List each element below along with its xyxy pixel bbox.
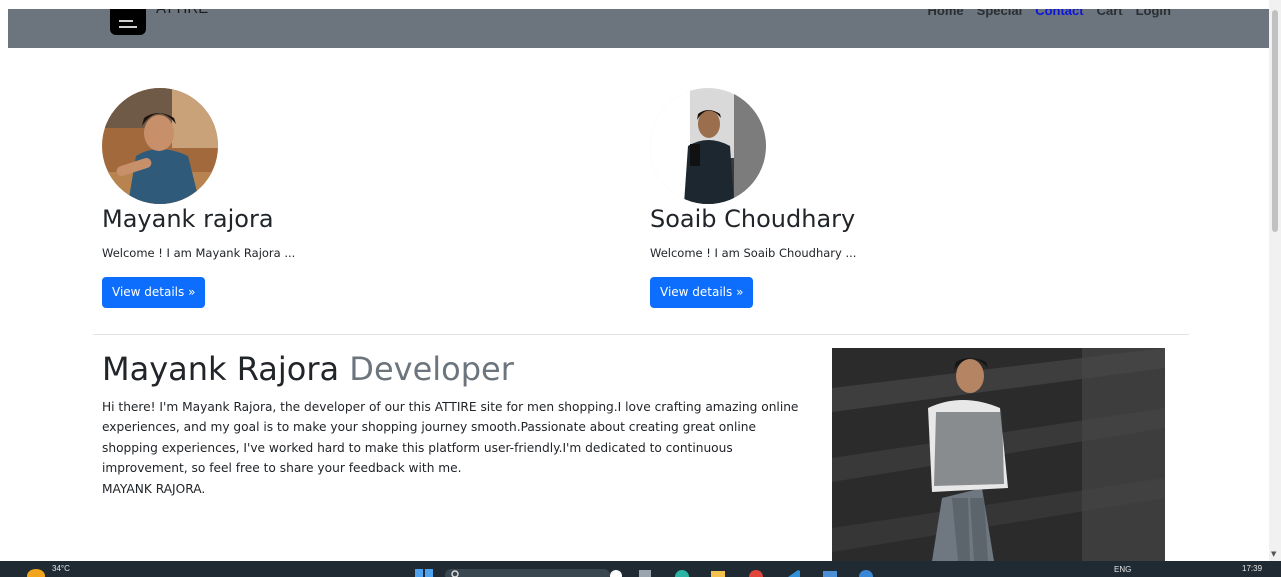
member-name: Mayank rajora [102,205,274,233]
section-divider [93,334,1189,335]
heading-role: Developer [349,350,514,388]
task-view-icon[interactable] [638,569,652,577]
clock[interactable]: 17:39 [1242,564,1262,573]
edge-icon[interactable] [674,569,690,577]
weather-icon[interactable] [27,569,45,577]
navbar: ATTIRE Home Special Contact Cart Login [8,9,1269,48]
scrollbar[interactable]: ▼ [1269,0,1281,561]
nav-link-home[interactable]: Home [928,9,964,18]
browser-icon[interactable] [748,569,764,577]
member-name: Soaib Choudhary [650,205,856,233]
app-icon[interactable] [822,569,838,577]
member-description: Welcome ! I am Mayank Rajora ... [102,246,296,260]
view-details-button[interactable]: View details » [102,277,206,308]
nav-link-special[interactable]: Special [977,9,1023,18]
nav-link-cart[interactable]: Cart [1097,9,1123,18]
bio-text: Hi there! I'm Mayank Rajora, the develop… [102,400,799,476]
bio-signoff: MAYANK RAJORA. [102,481,206,496]
featurette-heading: Mayank Rajora Developer [102,350,514,388]
folder-icon[interactable] [710,569,726,577]
top-strip [0,0,1281,9]
developer-photo [832,348,1165,561]
menu-icon[interactable] [110,9,146,35]
brand-name[interactable]: ATTIRE [156,9,208,17]
view-details-button[interactable]: View details » [650,277,754,308]
scrollbar-thumb[interactable] [1272,10,1278,232]
vscode-icon[interactable] [786,569,802,577]
search-icon [451,570,459,577]
developer-bio: Hi there! I'm Mayank Rajora, the develop… [102,397,812,499]
nav-links: Home Special Contact Cart Login [928,9,1171,18]
weather-temperature: 34°C [52,564,70,573]
nav-link-login[interactable]: Login [1136,9,1171,18]
scroll-down-icon[interactable]: ▼ [1271,550,1276,558]
member-description: Welcome ! I am Soaib Choudhary ... [650,246,857,260]
heading-name: Mayank Rajora [102,350,340,388]
nav-link-contact[interactable]: Contact [1035,9,1083,18]
language-indicator[interactable]: ENG [1114,565,1131,574]
app-icon-blue[interactable] [858,569,874,577]
avatar-soaib [650,88,766,204]
taskbar: 34°C ENG 17:39 [0,561,1281,577]
copilot-icon[interactable] [609,569,623,577]
windows-start-icon[interactable] [415,569,433,577]
avatar-mayank [102,88,218,204]
taskbar-search-box[interactable] [445,569,610,577]
